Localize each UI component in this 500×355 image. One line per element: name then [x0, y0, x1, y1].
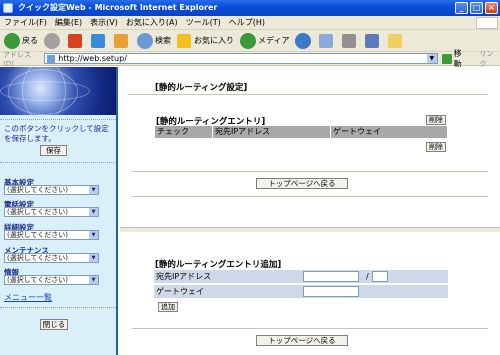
- go-arrow-icon: [441, 53, 452, 64]
- entry-table-header: チェック 宛先IPアドレス ゲートウェイ: [155, 126, 447, 138]
- menu-file[interactable]: ファイル(F): [4, 17, 47, 28]
- media-label: メディア: [258, 36, 290, 45]
- add-section-title: [静的ルーティングエントリ追加]: [155, 260, 282, 270]
- chevron-down-icon: ▼: [89, 186, 98, 194]
- address-label: アドレス(D): [3, 50, 31, 68]
- toolbar: 戻る 検索 お気に入り メディア: [0, 30, 500, 52]
- select-value: (選択してください): [7, 254, 69, 262]
- category-basic-select[interactable]: (選択してください) ▼: [4, 185, 99, 195]
- delete-button-top[interactable]: 削除: [426, 115, 446, 125]
- media-button[interactable]: メディア: [240, 32, 290, 49]
- history-button[interactable]: [295, 32, 313, 49]
- address-input[interactable]: http://web.setup/ ▼: [44, 53, 438, 64]
- menu-edit[interactable]: 編集(E): [55, 17, 82, 28]
- dest-ip-row: 宛先IPアドレス: [154, 270, 448, 283]
- slash-separator: /: [366, 272, 369, 281]
- bottom-frame: [静的ルーティングエントリ追加] 宛先IPアドレス / ゲートウェイ 追加 トッ…: [120, 233, 500, 355]
- chevron-down-icon: ▼: [89, 231, 98, 239]
- select-value: (選択してください): [7, 208, 69, 216]
- links-button[interactable]: リンク: [479, 49, 500, 69]
- page-icon: [47, 54, 56, 63]
- search-icon: [137, 32, 153, 49]
- chevron-down-icon: ▼: [89, 208, 98, 216]
- col-check: チェック: [155, 126, 213, 138]
- netmask-input[interactable]: [372, 271, 388, 282]
- favorites-button[interactable]: お気に入り: [177, 33, 234, 48]
- maximize-button[interactable]: □: [470, 2, 483, 14]
- printer-icon: [342, 33, 357, 48]
- address-dropdown-button[interactable]: ▼: [426, 54, 437, 63]
- window-title: クイック設定Web - Microsoft Internet Explorer: [18, 3, 218, 12]
- gateway-input[interactable]: [303, 286, 359, 297]
- print-button[interactable]: [342, 33, 359, 48]
- select-value: (選択してください): [7, 276, 69, 284]
- page-title: [静的ルーティング設定]: [155, 83, 248, 93]
- category-info-select[interactable]: (選択してください) ▼: [4, 275, 99, 285]
- discuss-button[interactable]: [388, 33, 405, 48]
- top-frame: [静的ルーティング設定] [静的ルーティングエントリ] 削除 チェック 宛先IP…: [120, 67, 500, 227]
- back-arrow-icon: [4, 32, 20, 49]
- home-button[interactable]: [114, 33, 131, 48]
- menu-list-link[interactable]: メニュー一覧: [4, 292, 52, 303]
- gateway-label: ゲートウェイ: [156, 287, 204, 296]
- chevron-down-icon: ▼: [89, 254, 98, 262]
- back-to-top-button[interactable]: トップページへ戻る: [256, 178, 348, 189]
- stop-button[interactable]: [68, 33, 85, 48]
- stop-icon: [68, 33, 82, 48]
- back-to-top-button-bottom[interactable]: トップページへ戻る: [256, 335, 348, 346]
- folder-icon: [388, 33, 403, 48]
- mail-button[interactable]: [319, 33, 336, 48]
- ie-app-icon: [3, 3, 13, 13]
- search-button[interactable]: 検索: [137, 32, 171, 49]
- menu-bar: ファイル(F) 編集(E) 表示(V) お気に入り(A) ツール(T) ヘルプ(…: [0, 16, 500, 30]
- sidebar: このボタンをクリックして設定を保存します。 保存 基本設定 (選択してください)…: [0, 67, 118, 355]
- back-button[interactable]: 戻る: [4, 32, 38, 49]
- favorites-label: お気に入り: [194, 36, 234, 45]
- menu-view[interactable]: 表示(V): [90, 17, 118, 28]
- add-button[interactable]: 追加: [158, 302, 178, 312]
- category-advanced-select[interactable]: (選択してください) ▼: [4, 230, 99, 240]
- category-phone-select[interactable]: (選択してください) ▼: [4, 207, 99, 217]
- forward-button[interactable]: [44, 32, 62, 49]
- address-bar: アドレス(D) http://web.setup/ ▼ 移動 リンク: [0, 49, 500, 69]
- history-icon: [295, 32, 312, 49]
- close-window-button[interactable]: ×: [485, 2, 498, 14]
- col-gateway: ゲートウェイ: [333, 127, 381, 136]
- edit-icon: [365, 33, 380, 48]
- media-icon: [240, 32, 256, 49]
- save-button[interactable]: 保存: [40, 145, 67, 156]
- col-dest-ip: 宛先IPアドレス: [213, 126, 331, 138]
- gateway-row: ゲートウェイ: [154, 285, 448, 298]
- forward-arrow-icon: [44, 32, 60, 49]
- windows-logo-icon: [476, 17, 498, 29]
- menu-tools[interactable]: ツール(T): [186, 17, 221, 28]
- address-url: http://web.setup/: [58, 54, 127, 63]
- banner-image: [0, 67, 116, 115]
- home-icon: [114, 33, 128, 48]
- menu-favorites[interactable]: お気に入り(A): [126, 17, 178, 28]
- edit-button[interactable]: [365, 33, 382, 48]
- back-label: 戻る: [22, 36, 38, 45]
- select-value: (選択してください): [7, 231, 69, 239]
- select-value: (選択してください): [7, 186, 69, 194]
- save-hint-text: このボタンをクリックして設定を保存します。: [4, 124, 109, 143]
- star-icon: [177, 33, 191, 48]
- chevron-down-icon: ▼: [89, 276, 98, 284]
- search-label: 検索: [155, 36, 171, 45]
- dest-ip-input[interactable]: [303, 271, 359, 282]
- delete-button-bottom[interactable]: 削除: [426, 142, 446, 152]
- refresh-icon: [91, 33, 105, 48]
- dest-ip-label: 宛先IPアドレス: [156, 272, 212, 281]
- minimize-button[interactable]: _: [455, 2, 468, 14]
- menu-help[interactable]: ヘルプ(H): [229, 17, 265, 28]
- close-button[interactable]: 閉じる: [40, 319, 68, 330]
- refresh-button[interactable]: [91, 33, 108, 48]
- category-maintenance-select[interactable]: (選択してください) ▼: [4, 253, 99, 263]
- title-bar: クイック設定Web - Microsoft Internet Explorer …: [0, 0, 500, 16]
- mail-icon: [319, 33, 334, 48]
